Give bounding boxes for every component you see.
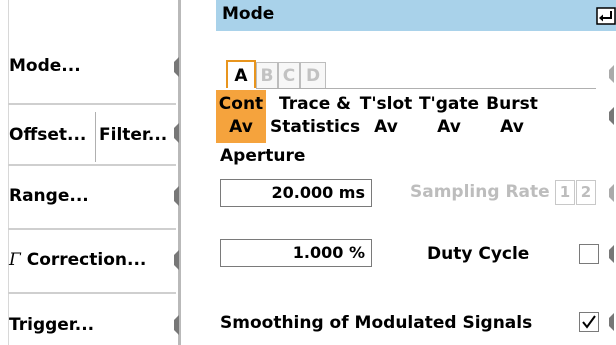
sampling-rate-label: Sampling Rate bbox=[410, 182, 550, 202]
softkey-arrow-icon bbox=[173, 315, 179, 335]
mode-option-line2: Av bbox=[437, 117, 461, 137]
softkey-divider bbox=[8, 228, 176, 230]
softkey-arrow-icon bbox=[173, 57, 179, 77]
softkey-divider bbox=[8, 103, 176, 105]
mode-softkey-label: Mode... bbox=[9, 56, 81, 76]
trigger-softkey[interactable]: Trigger... bbox=[9, 295, 177, 345]
softkey-divider bbox=[8, 164, 176, 166]
mode-option-line2: Av bbox=[229, 117, 253, 137]
mode-option-tslot-av[interactable]: T'slot Av bbox=[358, 90, 414, 143]
aperture-unit: ms bbox=[338, 183, 365, 202]
aperture-label: Aperture bbox=[220, 146, 306, 166]
mode-option-burst-av[interactable]: Burst Av bbox=[482, 90, 542, 143]
mode-option-line2: Statistics bbox=[270, 117, 361, 137]
correction-softkey-text: Γ Correction... bbox=[9, 250, 146, 270]
range-softkey[interactable]: Range... bbox=[9, 167, 177, 225]
side-arrow-icon bbox=[608, 313, 614, 331]
mode-option-line2: Av bbox=[500, 117, 524, 137]
smoothing-label: Smoothing of Modulated Signals bbox=[220, 313, 533, 333]
mode-option-cont-av[interactable]: Cont Av bbox=[216, 90, 266, 143]
duty-cycle-input[interactable]: 1.000 % bbox=[220, 239, 372, 267]
mode-option-line1: T'gate bbox=[418, 94, 480, 114]
mode-option-tgate-av[interactable]: T'gate Av bbox=[418, 90, 480, 143]
mode-option-line1: Cont bbox=[218, 94, 264, 114]
offset-softkey-label: Offset... bbox=[9, 125, 87, 145]
tab-b[interactable]: B bbox=[256, 62, 278, 88]
aperture-input[interactable]: 20.000 ms bbox=[220, 179, 372, 207]
mode-option-line1: Burst bbox=[486, 94, 538, 114]
softkey-arrow-icon bbox=[173, 250, 179, 270]
mode-option-line1: T'slot bbox=[359, 94, 413, 114]
filter-softkey[interactable]: Filter... bbox=[97, 106, 177, 161]
tab-c[interactable]: C bbox=[278, 62, 300, 88]
correction-softkey-label: Correction... bbox=[26, 250, 147, 270]
mode-panel-title: Mode bbox=[222, 4, 275, 24]
duty-cycle-checkbox[interactable] bbox=[579, 244, 599, 264]
tab-d[interactable]: D bbox=[300, 62, 326, 88]
duty-cycle-label: Duty Cycle bbox=[427, 244, 530, 264]
duty-cycle-value: 1.000 bbox=[292, 243, 344, 262]
softkey-panel: Mode... Offset... Filter... Range... Γ C… bbox=[0, 0, 182, 345]
softkey-arrow-icon bbox=[173, 186, 179, 206]
duty-cycle-unit: % bbox=[348, 243, 365, 262]
filter-softkey-label: Filter... bbox=[99, 125, 168, 145]
side-arrow-icon bbox=[608, 65, 614, 83]
mode-panel-header: Mode bbox=[216, 0, 616, 31]
trigger-softkey-label: Trigger... bbox=[9, 315, 95, 335]
gamma-symbol: Γ bbox=[9, 250, 21, 270]
softkey-split-divider bbox=[95, 112, 96, 162]
correction-softkey[interactable]: Γ Correction... bbox=[9, 231, 177, 289]
side-arrow-icon bbox=[608, 107, 614, 125]
aperture-value: 20.000 bbox=[271, 183, 334, 202]
tab-underline bbox=[256, 88, 596, 89]
softkey-panel-border bbox=[178, 0, 181, 345]
mode-option-trace-statistics[interactable]: Trace & Statistics bbox=[270, 90, 360, 143]
offset-softkey[interactable]: Offset... bbox=[9, 106, 97, 161]
range-softkey-label: Range... bbox=[9, 186, 89, 206]
smoothing-checkbox[interactable] bbox=[579, 312, 599, 332]
side-arrow-icon bbox=[608, 245, 614, 263]
checkmark-icon bbox=[582, 315, 596, 329]
mode-softkey[interactable]: Mode... bbox=[9, 42, 177, 92]
tab-a[interactable]: A bbox=[226, 60, 256, 88]
mode-option-line1: Trace & bbox=[279, 94, 351, 114]
side-arrow-icon bbox=[608, 184, 614, 202]
softkey-arrow-icon bbox=[173, 123, 179, 143]
sampling-rate-option-1[interactable]: 1 bbox=[555, 180, 575, 205]
enter-icon[interactable] bbox=[596, 6, 616, 26]
mode-option-line2: Av bbox=[374, 117, 398, 137]
sampling-rate-option-2[interactable]: 2 bbox=[576, 180, 596, 205]
softkey-divider bbox=[8, 292, 176, 294]
